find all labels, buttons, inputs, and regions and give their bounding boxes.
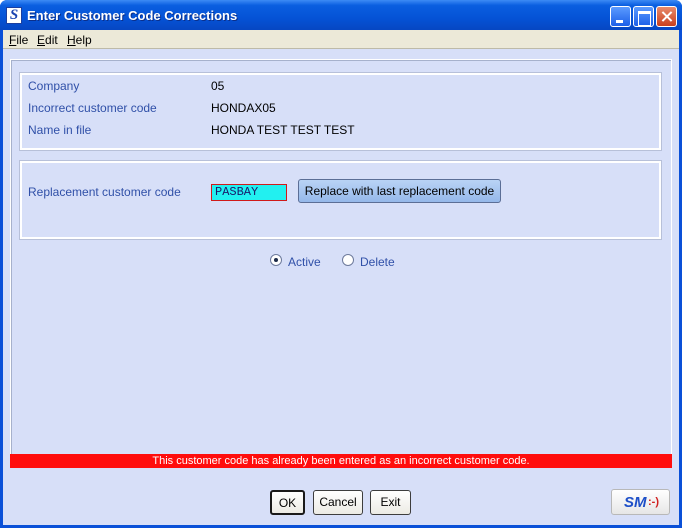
minimize-button[interactable] — [610, 6, 631, 27]
menu-help[interactable]: Help — [67, 33, 92, 47]
exit-button[interactable]: Exit — [370, 490, 411, 515]
menu-edit[interactable]: Edit — [37, 33, 58, 47]
replace-with-last-button[interactable]: Replace with last replacement code — [298, 179, 501, 203]
active-radio[interactable] — [270, 254, 282, 266]
sm-logo-button[interactable]: SM :-) — [611, 489, 670, 515]
sm-logo-text: SM — [624, 494, 647, 511]
delete-radio-label[interactable]: Delete — [360, 255, 395, 269]
menu-bar: File Edit Help — [3, 30, 679, 49]
window-title: Enter Customer Code Corrections — [27, 8, 238, 23]
delete-radio[interactable] — [342, 254, 354, 266]
incorrect-code-value: HONDAX05 — [211, 101, 276, 115]
name-in-file-label: Name in file — [28, 123, 92, 137]
company-label: Company — [28, 79, 80, 93]
client-area: File Edit Help Company 05 Incorrect cust… — [3, 30, 679, 525]
incorrect-code-label: Incorrect customer code — [28, 101, 157, 115]
replacement-code-label: Replacement customer code — [28, 185, 181, 199]
close-button[interactable] — [656, 6, 677, 27]
smiley-icon: :-) — [648, 496, 659, 508]
company-value: 05 — [211, 79, 225, 93]
active-radio-label[interactable]: Active — [288, 255, 321, 269]
error-message-bar: This customer code has already been ente… — [10, 454, 672, 468]
ok-button[interactable]: OK — [270, 490, 305, 515]
name-in-file-value: HONDA TEST TEST TEST — [211, 123, 355, 137]
app-icon[interactable]: S — [6, 7, 22, 24]
menu-file[interactable]: File — [9, 33, 28, 47]
title-bar[interactable]: S Enter Customer Code Corrections — [0, 0, 682, 30]
cancel-button[interactable]: Cancel — [313, 490, 363, 515]
main-window: S Enter Customer Code Corrections File E… — [0, 0, 682, 528]
maximize-button[interactable] — [633, 6, 654, 27]
replacement-code-input[interactable]: PASBAY — [211, 184, 287, 201]
